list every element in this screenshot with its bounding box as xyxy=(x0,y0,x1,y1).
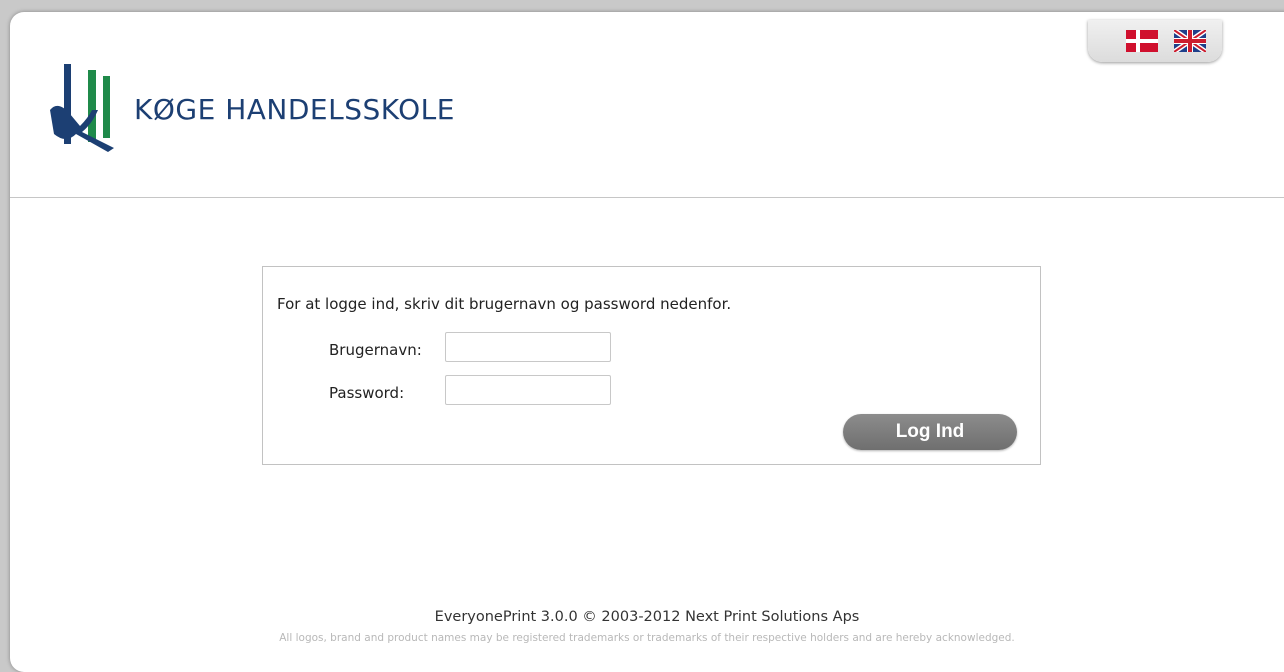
username-label: Brugernavn: xyxy=(329,341,422,359)
school-name: KØGE HANDELSSKOLE xyxy=(134,92,455,126)
danish-flag-icon[interactable] xyxy=(1126,30,1158,52)
language-selector xyxy=(1088,20,1222,62)
uk-flag-icon[interactable] xyxy=(1174,30,1206,52)
login-form: For at logge ind, skriv dit brugernavn o… xyxy=(262,266,1041,465)
footer-product-info: EveryonePrint 3.0.0 © 2003-2012 Next Pri… xyxy=(434,609,860,625)
footer-legal-notice: All logos, brand and product names may b… xyxy=(279,632,1015,644)
login-button[interactable]: Log Ind xyxy=(843,414,1017,450)
password-label: Password: xyxy=(329,384,405,402)
school-logo: KØGE HANDELSSKOLE xyxy=(48,64,455,154)
password-input[interactable] xyxy=(445,375,611,405)
page-container: KØGE HANDELSSKOLE For at logge ind, skri… xyxy=(10,12,1284,672)
login-instructions: For at logge ind, skriv dit brugernavn o… xyxy=(277,295,732,313)
school-logo-icon xyxy=(50,64,114,152)
username-input[interactable] xyxy=(445,332,611,362)
header-divider xyxy=(10,197,1284,198)
